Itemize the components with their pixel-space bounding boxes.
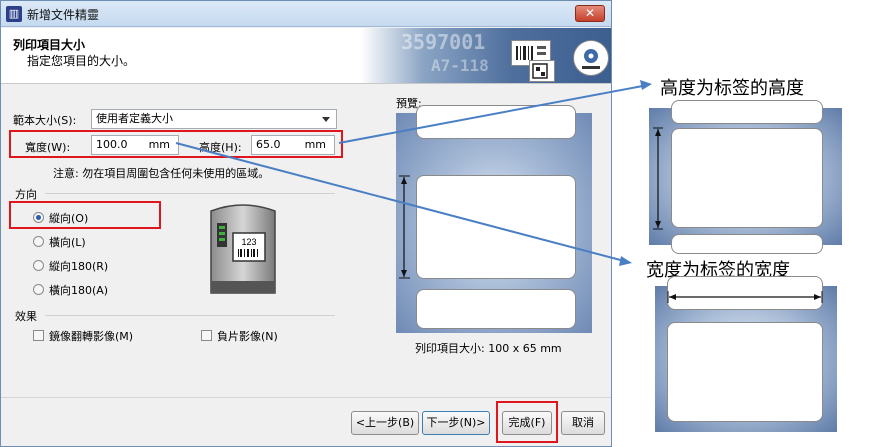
width-diagram-arrow <box>667 291 823 303</box>
height-annotation: 高度为标签的高度 <box>660 78 804 99</box>
width-diagram-main-label <box>667 322 823 422</box>
height-diagram-arrow <box>653 127 663 230</box>
height-diagram-top-label <box>671 100 823 124</box>
width-diagram <box>655 276 837 432</box>
stage: ▥ 新增文件精靈 ✕ 列印項目大小 指定您項目的大小。 3597001 A7-1… <box>0 0 883 447</box>
height-diagram <box>649 100 842 254</box>
height-diagram-bottom-label <box>671 234 823 254</box>
height-diagram-main-label <box>671 128 823 228</box>
